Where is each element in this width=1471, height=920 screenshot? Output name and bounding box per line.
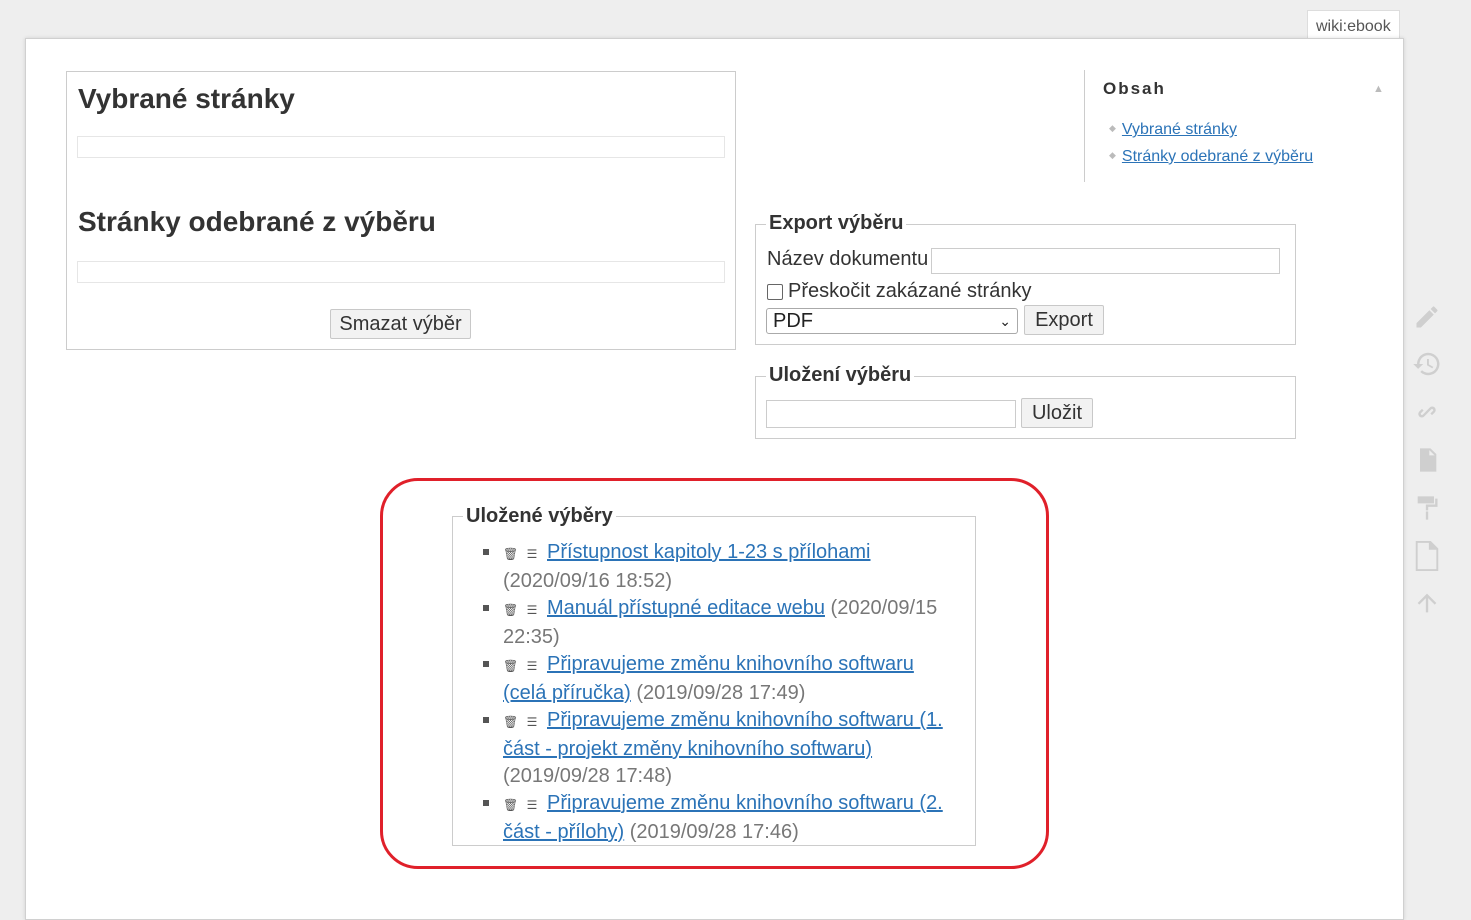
trash-icon[interactable]: 🗑: [503, 792, 518, 819]
toc-item: ◆ Stránky odebrané z výběru: [1109, 144, 1313, 171]
load-list-icon[interactable]: ☰: [525, 597, 539, 624]
skip-forbidden-label: Přeskočit zakázané stránky: [788, 280, 1032, 302]
history-icon[interactable]: [1410, 347, 1444, 381]
toc-item: ◆ Vybrané stránky: [1109, 117, 1313, 144]
pdf-icon[interactable]: [1410, 443, 1444, 477]
saved-selections-fieldset: Uložené výběry 🗑 ☰ Přístupnost kapitoly 1-…: [452, 505, 976, 846]
saved-selection-date: (2019/09/28 17:48): [503, 765, 673, 787]
trash-icon[interactable]: 🗑: [503, 653, 518, 680]
list-item: 🗑 ☰ Manuál přístupné editace webu (2020/09…: [483, 595, 945, 651]
toc-title: Obsah: [1103, 79, 1166, 98]
bullet-icon: ◆: [1109, 150, 1116, 160]
document-name-label: Název dokumentu: [767, 248, 929, 270]
list-item: 🗑 ☰ Připravujeme změnu knihovního softwaru…: [483, 707, 945, 790]
load-list-icon[interactable]: ☰: [525, 541, 539, 568]
new-page-icon[interactable]: [1410, 538, 1444, 572]
saved-selection-link[interactable]: Připravujeme změnu knihovního softwaru (…: [503, 709, 943, 760]
save-legend: Uložení výběru: [766, 364, 915, 387]
trash-icon[interactable]: 🗑: [503, 597, 518, 624]
load-list-icon[interactable]: ☰: [525, 653, 539, 680]
removed-pages-list[interactable]: [77, 261, 725, 283]
chevron-down-icon: ⌄: [999, 313, 1011, 329]
saved-selection-link[interactable]: Přístupnost kapitoly 1-23 s přílohami: [547, 541, 871, 563]
bullet-icon: [483, 661, 489, 667]
removed-pages-heading: Stránky odebrané z výběru: [78, 206, 436, 237]
bullet-icon: ◆: [1109, 123, 1116, 133]
saved-selection-date: (2019/09/28 17:49): [636, 682, 806, 704]
export-legend: Export výběru: [766, 212, 907, 235]
link-icon[interactable]: [1410, 395, 1444, 429]
arrow-up-icon[interactable]: [1410, 586, 1444, 620]
selected-pages-list[interactable]: [77, 136, 725, 158]
export-button[interactable]: Export: [1024, 305, 1104, 335]
table-of-contents: Obsah ▲ ◆ Vybrané stránky ◆ Stránky odebra…: [1084, 70, 1390, 182]
export-fieldset: Export výběru Název dokumentu Přeskočit …: [755, 212, 1296, 345]
toc-link-removed[interactable]: Stránky odebrané z výběru: [1122, 148, 1313, 165]
save-fieldset: Uložení výběru Uložit: [755, 364, 1296, 439]
load-list-icon[interactable]: ☰: [525, 709, 539, 736]
saved-selection-date: (2020/09/16 18:52): [503, 570, 673, 592]
toc-collapse-icon[interactable]: ▲: [1373, 83, 1384, 95]
saved-selection-date: (2019/09/28 17:46): [629, 821, 799, 843]
list-item: 🗑 ☰ Přístupnost kapitoly 1-23 s přílohami …: [483, 539, 945, 595]
load-list-icon[interactable]: ☰: [525, 792, 539, 819]
toc-link-selected[interactable]: Vybrané stránky: [1122, 121, 1237, 138]
bullet-icon: [483, 800, 489, 806]
trash-icon[interactable]: 🗑: [503, 541, 518, 568]
save-name-input[interactable]: [766, 400, 1016, 428]
saved-selections-legend: Uložené výběry: [463, 505, 616, 528]
clear-selection-button[interactable]: Smazat výběr: [330, 309, 471, 339]
bullet-icon: [483, 717, 489, 723]
list-item: 🗑 ☰ Připravujeme změnu knihovního softwaru…: [483, 790, 945, 846]
save-button[interactable]: Uložit: [1021, 398, 1093, 428]
format-select-value: PDF: [773, 310, 813, 332]
selected-pages-heading: Vybrané stránky: [78, 83, 295, 114]
list-item: 🗑 ☰ Připravujeme změnu knihovního softwaru…: [483, 651, 945, 707]
page-id-tab: wiki:ebook: [1307, 10, 1400, 40]
bullet-icon: [483, 605, 489, 611]
bullet-icon: [483, 549, 489, 555]
toc-list: ◆ Vybrané stránky ◆ Stránky odebrané z výb…: [1109, 117, 1313, 171]
saved-selection-link[interactable]: Manuál přístupné editace webu: [547, 597, 825, 619]
format-select[interactable]: PDF ⌄: [766, 308, 1018, 334]
paint-roller-icon[interactable]: [1410, 491, 1444, 525]
selected-pages-box: Vybrané stránky Stránky odebrané z výběr…: [66, 71, 736, 350]
skip-forbidden-checkbox[interactable]: [767, 284, 783, 300]
trash-icon[interactable]: 🗑: [503, 709, 518, 736]
saved-selections-list: 🗑 ☰ Přístupnost kapitoly 1-23 s přílohami …: [483, 539, 945, 846]
document-name-input[interactable]: [931, 248, 1280, 274]
pencil-icon[interactable]: [1410, 300, 1444, 334]
